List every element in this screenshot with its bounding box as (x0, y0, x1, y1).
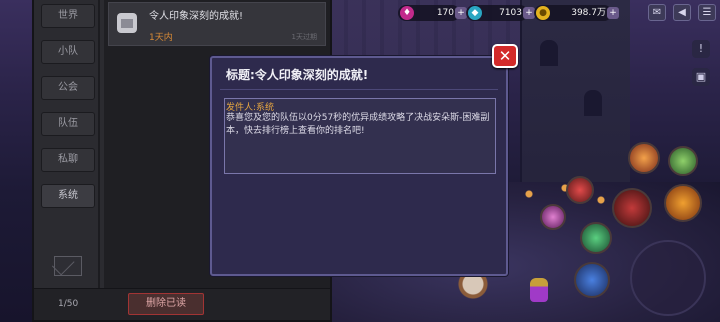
menu-icon[interactable]: ☰ (698, 4, 716, 21)
chat-tab-column: 世界 小队 公会 队伍 私聊 系统 (38, 4, 98, 292)
tab-team[interactable]: 队伍 (41, 112, 95, 136)
gem-currency[interactable]: ♦ 170 + (398, 5, 467, 21)
add-gold-icon[interactable]: + (607, 7, 619, 19)
tab-guild[interactable]: 公会 (41, 76, 95, 100)
close-icon[interactable]: ✕ (492, 44, 518, 68)
potion-icon[interactable] (530, 278, 548, 302)
inbox-envelope-icon[interactable] (54, 256, 82, 276)
skill-wind-icon[interactable] (580, 222, 612, 254)
mail-item-time: 1天内 (149, 33, 173, 43)
page-count: 1/50 (58, 299, 79, 309)
tab-divider (98, 0, 100, 292)
tab-system[interactable]: 系统 (41, 184, 95, 208)
gold-currency[interactable]: ● 398.7万 + (534, 5, 619, 21)
gold-value: 398.7万 (571, 8, 606, 18)
mail-item-expiry: 1天过期 (291, 33, 317, 41)
notice-icon[interactable]: ! (692, 40, 710, 58)
gold-coin-icon: ● (536, 6, 550, 20)
dialog-divider (220, 89, 498, 90)
mail-list-item[interactable]: 令人印象深刻的成就! 1天内 1天过期 (108, 2, 326, 46)
skill-claw-icon[interactable] (612, 188, 652, 228)
tab-squad[interactable]: 小队 (41, 40, 95, 64)
skill-flame-icon[interactable] (664, 184, 702, 222)
skill-blood-icon[interactable] (566, 176, 594, 204)
diamond-value: 7103 (499, 8, 522, 18)
delete-read-button[interactable]: 删除已读 (128, 293, 204, 315)
currency-bar: ♦ 170 + ◆ 7103 + ● 398.7万 + (398, 4, 619, 22)
attack-joystick[interactable] (630, 240, 706, 316)
mail-footer: 1/50 删除已读 (34, 288, 330, 320)
skill-orb-icon[interactable] (540, 204, 566, 230)
gem-icon: ♦ (400, 6, 414, 20)
mail-envelope-icon (117, 13, 137, 33)
sound-icon[interactable]: ◀ (673, 4, 691, 21)
mail-icon[interactable]: ✉ (648, 4, 666, 21)
message-body: 恭喜您及您的队伍以0分57秒的优异成绩攻略了决战安朵斯-困难副本，快去排行榜上查… (226, 113, 490, 136)
skill-water-icon[interactable] (574, 262, 610, 298)
skill-leaf-icon[interactable] (668, 146, 698, 176)
player-character (455, 272, 491, 302)
diamond-currency[interactable]: ◆ 7103 + (466, 5, 535, 21)
tab-private[interactable]: 私聊 (41, 148, 95, 172)
diamond-icon: ◆ (468, 6, 482, 20)
dialog-title: 标题:令人印象深刻的成就! (226, 68, 369, 82)
skill-fire-icon[interactable] (628, 142, 660, 174)
tab-world[interactable]: 世界 (41, 4, 95, 28)
mail-item-title: 令人印象深刻的成就! (149, 11, 244, 22)
map-icon[interactable]: ▣ (692, 68, 710, 86)
gem-value: 170 (436, 8, 454, 18)
mail-detail-dialog: 标题:令人印象深刻的成就! 发件人:系统 恭喜您及您的队伍以0分57秒的优异成绩… (210, 56, 508, 276)
